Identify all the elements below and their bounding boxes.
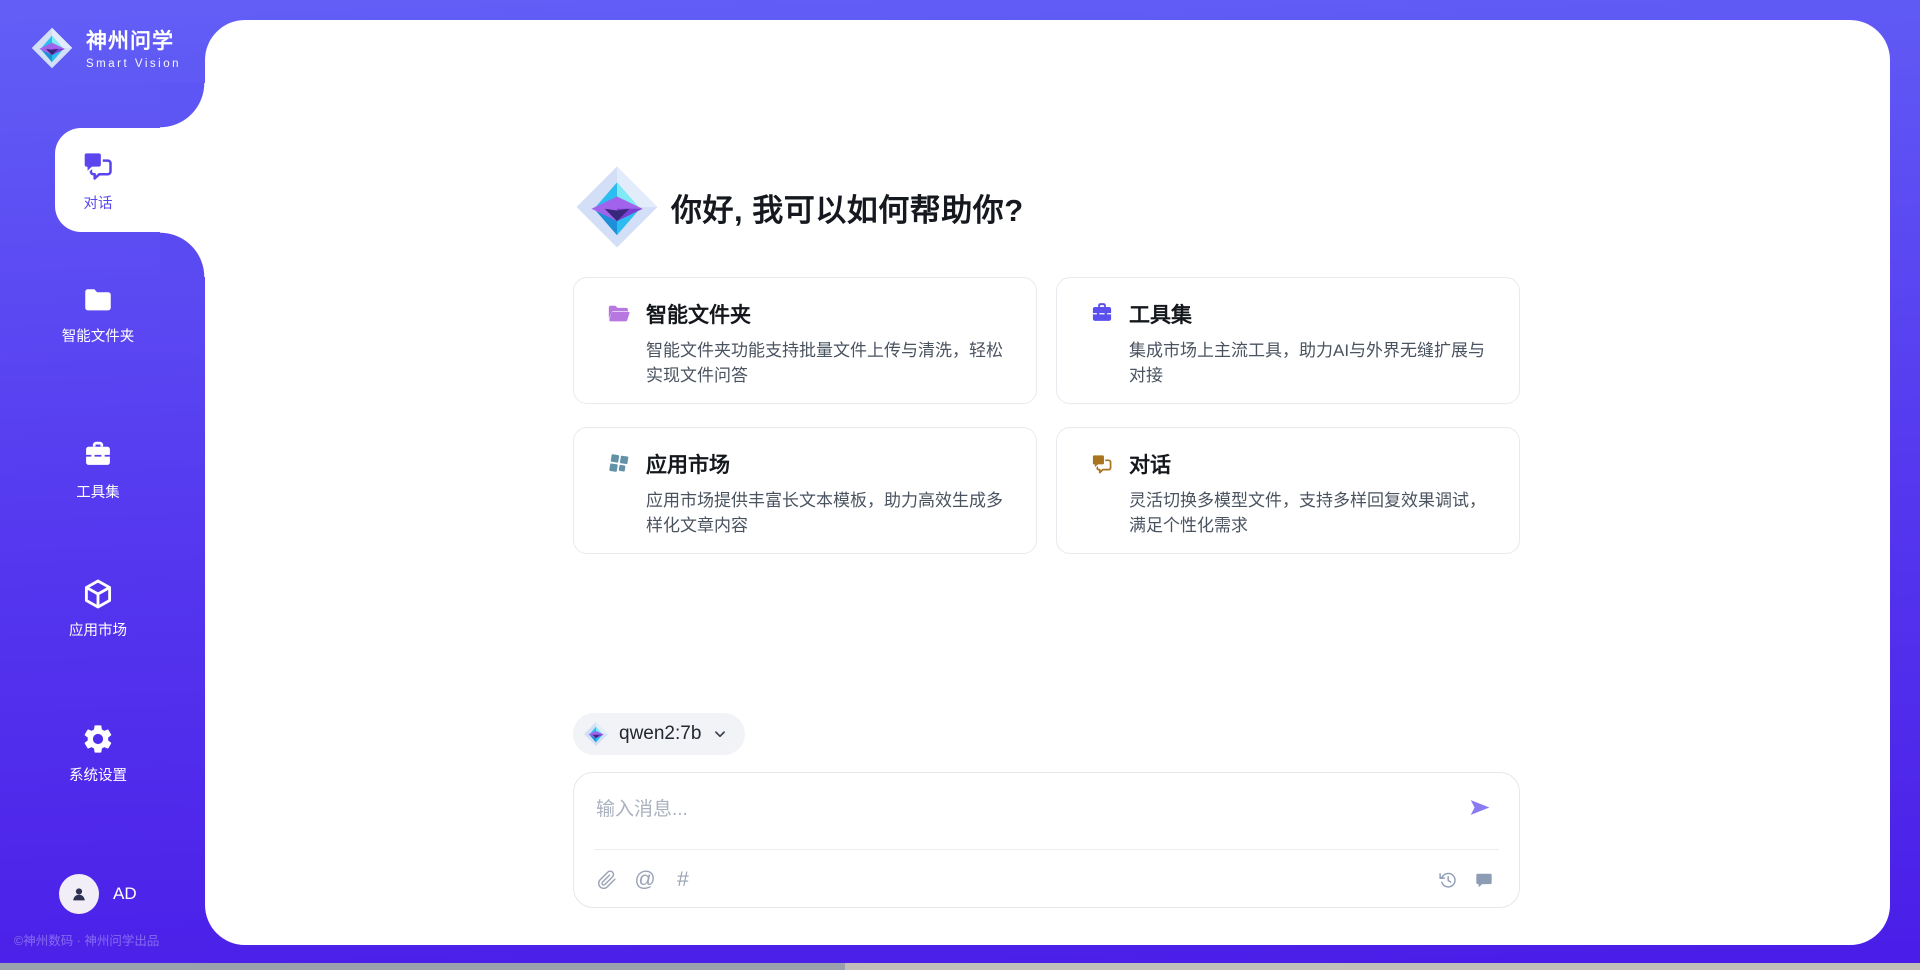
composer-toolbar: @ # <box>596 869 1495 891</box>
user-profile[interactable]: AD <box>59 874 137 914</box>
message-input[interactable]: 输入消息... <box>596 794 1449 821</box>
chevron-down-icon <box>711 725 729 743</box>
chat-bubbles-icon <box>79 147 117 185</box>
gear-icon <box>81 722 115 756</box>
hash-icon[interactable]: # <box>672 869 694 891</box>
feature-cards: 智能文件夹 智能文件夹功能支持批量文件上传与清洗，轻松实现文件问答 工具集 集成… <box>573 277 1520 554</box>
main-content: 你好, 我可以如何帮助你? 智能文件夹 智能文件夹功能支持批量文件上传与清洗，轻… <box>205 20 1890 945</box>
brand-diamond-icon <box>573 163 661 251</box>
user-avatar-icon <box>59 874 99 914</box>
composer-tools-left: @ # <box>596 869 694 891</box>
composer-tools-right <box>1437 869 1495 891</box>
sidebar: 神州问学 Smart Vision 对话 智能文件夹 工具集 应用市场 系统设置… <box>0 0 205 963</box>
card-title: 应用市场 <box>646 449 730 479</box>
card-toolset[interactable]: 工具集 集成市场上主流工具，助力AI与外界无缝扩展与对接 <box>1056 277 1520 404</box>
cube-icon <box>81 577 115 611</box>
paperclip-icon[interactable] <box>596 869 618 891</box>
sidebar-footer-credit: ©神州数码 · 神州问学出品 <box>14 930 159 949</box>
sidebar-item-settings[interactable]: 系统设置 <box>50 717 146 789</box>
mention-icon[interactable]: @ <box>634 869 656 891</box>
toolbox-icon <box>1089 301 1115 327</box>
active-nav-scoop-top <box>160 83 205 128</box>
chat-bubbles-icon <box>1089 451 1115 477</box>
brand-subtitle: Smart Vision <box>86 58 181 70</box>
sidebar-item-toolset[interactable]: 工具集 <box>50 434 146 506</box>
brand-name: 神州问学 <box>86 25 181 55</box>
sidebar-item-label: 应用市场 <box>69 619 127 640</box>
message-composer: 输入消息... @ # <box>573 772 1520 908</box>
card-description: 智能文件夹功能支持批量文件上传与清洗，轻松实现文件问答 <box>646 338 1010 388</box>
sidebar-item-chat[interactable]: 对话 <box>50 128 146 232</box>
screen-bottom-edge <box>0 963 1920 970</box>
sidebar-item-label: 工具集 <box>76 481 120 502</box>
sidebar-item-label: 智能文件夹 <box>62 325 135 346</box>
history-icon[interactable] <box>1437 869 1459 891</box>
card-description: 应用市场提供丰富长文本模板，助力高效生成多样化文章内容 <box>646 488 1010 538</box>
sidebar-item-label: 系统设置 <box>69 764 127 785</box>
card-description: 集成市场上主流工具，助力AI与外界无缝扩展与对接 <box>1129 338 1493 388</box>
toolbox-icon <box>81 439 115 473</box>
sidebar-item-smart-folder[interactable]: 智能文件夹 <box>50 278 146 350</box>
card-chat[interactable]: 对话 灵活切换多模型文件，支持多样回复效果调试，满足个性化需求 <box>1056 427 1520 554</box>
brand-logo: 神州问学 Smart Vision <box>30 25 181 70</box>
card-description: 灵活切换多模型文件，支持多样回复效果调试，满足个性化需求 <box>1129 488 1493 538</box>
message-icon[interactable] <box>1473 869 1495 891</box>
sidebar-item-label: 对话 <box>84 192 113 213</box>
active-nav-scoop-bottom <box>160 232 205 277</box>
send-icon[interactable] <box>1466 794 1493 821</box>
brand-diamond-icon <box>583 721 609 747</box>
app-grid-icon <box>606 451 632 477</box>
folder-open-icon <box>606 301 632 327</box>
card-app-market[interactable]: 应用市场 应用市场提供丰富长文本模板，助力高效生成多样化文章内容 <box>573 427 1037 554</box>
card-title: 对话 <box>1129 449 1171 479</box>
model-name: qwen2:7b <box>619 723 701 745</box>
card-smart-folder[interactable]: 智能文件夹 智能文件夹功能支持批量文件上传与清洗，轻松实现文件问答 <box>573 277 1037 404</box>
sidebar-item-app-market[interactable]: 应用市场 <box>50 572 146 644</box>
card-title: 智能文件夹 <box>646 299 751 329</box>
card-title: 工具集 <box>1129 299 1192 329</box>
brand-diamond-icon <box>30 26 74 70</box>
user-name: AD <box>113 884 137 904</box>
greeting-row: 你好, 我可以如何帮助你? <box>573 163 1024 251</box>
greeting-title: 你好, 我可以如何帮助你? <box>671 185 1024 230</box>
composer-divider <box>594 849 1499 850</box>
model-selector[interactable]: qwen2:7b <box>573 713 745 755</box>
folder-icon <box>81 283 115 317</box>
